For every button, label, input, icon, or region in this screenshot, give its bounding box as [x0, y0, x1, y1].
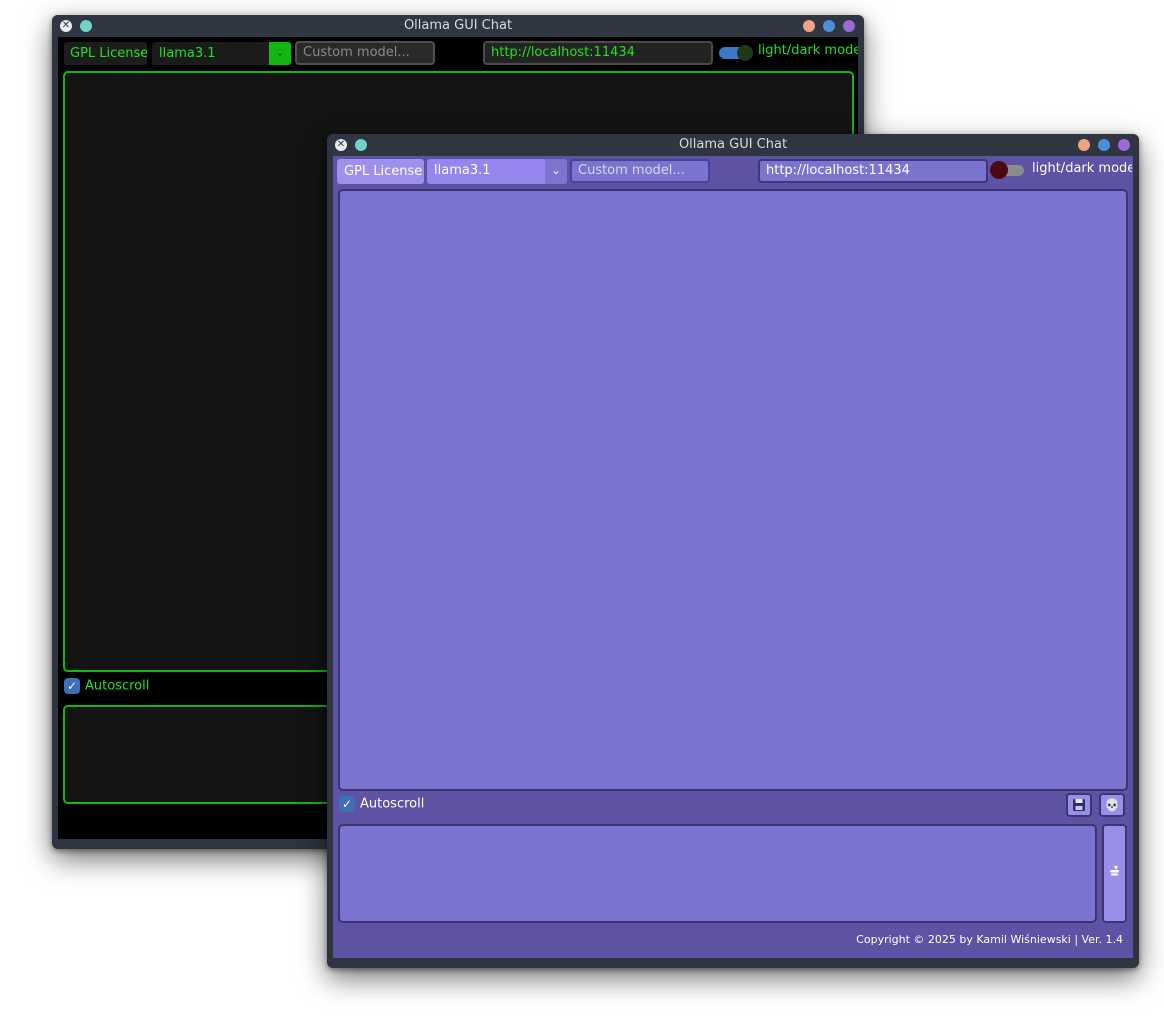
pin-icon[interactable]	[80, 20, 92, 32]
title-bar[interactable]: ✕ Ollama GUI Chat	[52, 15, 864, 37]
floppy-disk-icon	[1073, 799, 1085, 811]
model-select-value: llama3.1	[159, 46, 216, 61]
chevron-down-icon[interactable]: ⌄	[269, 42, 291, 65]
chevron-down-icon[interactable]: ⌄	[545, 159, 567, 184]
custom-model-input[interactable]: Custom model...	[570, 159, 710, 183]
send-button[interactable]	[1102, 824, 1127, 923]
pin-icon[interactable]	[355, 139, 367, 151]
minimize-icon[interactable]	[1078, 139, 1090, 151]
close-icon[interactable]: ✕	[335, 139, 347, 151]
autoscroll-label: Autoscroll	[360, 796, 425, 812]
close-window-icon[interactable]	[1118, 139, 1130, 151]
message-input[interactable]	[338, 824, 1097, 923]
window-title: Ollama GUI Chat	[678, 137, 788, 152]
clear-chat-button[interactable]: 💀	[1099, 793, 1125, 817]
maximize-icon[interactable]	[1098, 139, 1110, 151]
close-icon[interactable]: ✕	[60, 20, 72, 32]
send-icon	[1110, 866, 1119, 876]
checkmark-icon[interactable]: ✓	[339, 796, 355, 812]
autoscroll-checkbox[interactable]: ✓ Autoscroll	[64, 678, 149, 698]
toggle-knob[interactable]	[737, 45, 753, 61]
model-select-value: llama3.1	[434, 163, 491, 178]
custom-model-input[interactable]: Custom model...	[295, 41, 435, 65]
server-url-input[interactable]: http://localhost:11434	[483, 41, 713, 65]
theme-toggle[interactable]	[990, 161, 1026, 179]
server-url-input[interactable]: http://localhost:11434	[758, 159, 988, 183]
window-content: GPL License llama3.1 ⌄ Custom model... h…	[333, 156, 1133, 958]
copyright-text: Copyright © 2025 by Kamil Wiśniewski | V…	[856, 933, 1123, 946]
gpl-license-button[interactable]: GPL License	[64, 42, 147, 65]
minimize-icon[interactable]	[803, 20, 815, 32]
title-bar[interactable]: ✕ Ollama GUI Chat	[327, 134, 1139, 156]
save-chat-button[interactable]	[1066, 793, 1092, 817]
theme-toggle-label: light/dark mode	[758, 43, 858, 58]
close-window-icon[interactable]	[843, 20, 855, 32]
theme-toggle[interactable]	[719, 45, 753, 61]
ollama-window-purple: ✕ Ollama GUI Chat GPL License llama3.1 ⌄…	[327, 134, 1139, 968]
skull-icon: 💀	[1104, 798, 1120, 812]
model-select[interactable]: llama3.1 ⌄	[427, 159, 567, 184]
autoscroll-checkbox[interactable]: ✓ Autoscroll	[339, 796, 424, 816]
gpl-license-button[interactable]: GPL License	[337, 159, 424, 184]
theme-toggle-label: light/dark mode	[1032, 161, 1132, 176]
checkmark-icon[interactable]: ✓	[64, 678, 80, 694]
chat-history-area[interactable]	[338, 189, 1128, 791]
toggle-knob[interactable]	[990, 161, 1008, 179]
maximize-icon[interactable]	[823, 20, 835, 32]
window-title: Ollama GUI Chat	[403, 18, 513, 33]
autoscroll-label: Autoscroll	[85, 678, 150, 694]
model-select[interactable]: llama3.1 ⌄	[152, 42, 291, 65]
